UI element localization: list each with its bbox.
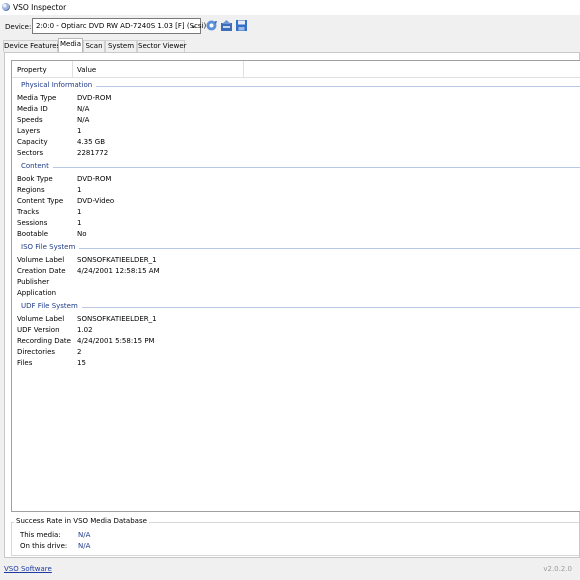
success-rate-title: Success Rate in VSO Media Database	[14, 517, 149, 525]
version-label: v2.0.2.0	[543, 565, 572, 573]
app-disc-icon	[2, 3, 10, 11]
property-row[interactable]: Application	[12, 288, 580, 299]
property-name: Sessions	[17, 219, 48, 227]
property-value: 4.35 GB	[77, 138, 106, 146]
property-row[interactable]: Media ID N/A	[12, 104, 580, 115]
group-header: Physical Information	[12, 81, 580, 90]
property-value: 15	[77, 359, 86, 367]
this-media-value: N/A	[78, 531, 91, 539]
property-row[interactable]: Layers 1	[12, 126, 580, 137]
property-row[interactable]: Bootable No	[12, 229, 580, 240]
property-name: Files	[17, 359, 33, 367]
property-name: Volume Label	[17, 256, 65, 264]
property-row[interactable]: Book Type DVD-ROM	[12, 174, 580, 185]
property-row[interactable]: Publisher	[12, 277, 580, 288]
property-name: Speeds	[17, 116, 43, 124]
tab-media[interactable]: Media	[58, 38, 83, 52]
success-rate-group: Success Rate in VSO Media Database This …	[11, 517, 580, 557]
property-row[interactable]: Tracks 1	[12, 207, 580, 218]
property-value: DVD-Video	[77, 197, 115, 205]
property-value: N/A	[77, 116, 90, 124]
device-label: Device:	[5, 23, 32, 31]
property-value: 1	[77, 208, 82, 216]
property-name: Recording Date	[17, 337, 71, 345]
property-name: Content Type	[17, 197, 64, 205]
property-row[interactable]: Volume Label SONSOFKATIEELDER_1	[12, 314, 580, 325]
property-name: Regions	[17, 186, 45, 194]
property-name: Creation Date	[17, 267, 66, 275]
property-row[interactable]: Content Type DVD-Video	[12, 196, 580, 207]
tab-scan[interactable]: Scan	[83, 40, 105, 52]
property-name: Directories	[17, 348, 56, 356]
device-row: Device: 2:0:0 - Optiarc DVD RW AD-7240S …	[0, 16, 580, 38]
property-value: 4/24/2001 12:58:15 AM	[77, 267, 160, 275]
property-name: Sectors	[17, 149, 44, 157]
this-media-label: This media:	[20, 531, 61, 539]
device-select[interactable]: 2:0:0 - Optiarc DVD RW AD-7240S 1.03 [F]…	[32, 18, 206, 34]
group-title: Physical Information	[21, 81, 95, 89]
property-value: 1	[77, 186, 82, 194]
this-drive-value: N/A	[78, 542, 91, 550]
property-name: Publisher	[17, 278, 50, 286]
property-name: Volume Label	[17, 315, 65, 323]
column-header-property[interactable]: Property	[17, 66, 47, 74]
property-value: 1.02	[77, 326, 93, 334]
property-row[interactable]: Speeds N/A	[12, 115, 580, 126]
property-value: 1	[77, 219, 82, 227]
property-name: Book Type	[17, 175, 53, 183]
status-footer: VSO Software v2.0.2.0	[0, 560, 580, 580]
list-header: Property Value	[12, 61, 580, 78]
property-row[interactable]: Directories 2	[12, 347, 580, 358]
property-value: 2281772	[77, 149, 109, 157]
property-row[interactable]: Sectors 2281772	[12, 148, 580, 159]
property-name: UDF Version	[17, 326, 60, 334]
vso-software-link[interactable]: VSO Software	[4, 565, 52, 573]
tab-sector-viewer[interactable]: Sector Viewer	[137, 40, 187, 52]
property-name: Media ID	[17, 105, 48, 113]
group-title: UDF File System	[21, 302, 80, 310]
property-name: Media Type	[17, 94, 57, 102]
tab-system[interactable]: System	[105, 40, 137, 52]
group-header: UDF File System	[12, 302, 580, 311]
property-name: Application	[17, 289, 57, 297]
property-row[interactable]: Files 15	[12, 358, 580, 369]
title-bar: VSO Inspector	[0, 0, 580, 15]
property-name: Tracks	[17, 208, 39, 216]
group-title: Content	[21, 162, 51, 170]
property-row[interactable]: Sessions 1	[12, 218, 580, 229]
property-row[interactable]: Recording Date 4/24/2001 5:58:15 PM	[12, 336, 580, 347]
window-title: VSO Inspector	[13, 3, 67, 12]
property-value: N/A	[77, 105, 90, 113]
eject-icon[interactable]	[220, 19, 233, 32]
tab-device-features[interactable]: Device Features	[3, 40, 60, 52]
device-select-value: 2:0:0 - Optiarc DVD RW AD-7240S 1.03 [F]…	[36, 22, 207, 30]
group-header: Content	[12, 162, 580, 171]
property-value: No	[77, 230, 87, 238]
property-row[interactable]: Media Type DVD-ROM	[12, 93, 580, 104]
property-row[interactable]: UDF Version 1.02	[12, 325, 580, 336]
chevron-down-icon: ⌄	[190, 21, 197, 30]
property-name: Layers	[17, 127, 41, 135]
property-name: Capacity	[17, 138, 48, 146]
media-panel: Property Value Physical Information Media…	[4, 52, 580, 558]
media-property-list[interactable]: Property Value Physical Information Media…	[11, 60, 580, 512]
property-value: DVD-ROM	[77, 175, 112, 183]
property-row[interactable]: Regions 1	[12, 185, 580, 196]
property-value: 2	[77, 348, 82, 356]
property-value: 1	[77, 127, 82, 135]
property-value: 4/24/2001 5:58:15 PM	[77, 337, 155, 345]
property-value: SONSOFKATIEELDER_1	[77, 315, 157, 323]
save-icon[interactable]	[235, 19, 248, 32]
property-value: SONSOFKATIEELDER_1	[77, 256, 157, 264]
this-drive-label: On this drive:	[20, 542, 68, 550]
property-value: DVD-ROM	[77, 94, 112, 102]
property-row[interactable]: Volume Label SONSOFKATIEELDER_1	[12, 255, 580, 266]
group-title: ISO File System	[21, 243, 78, 251]
property-row[interactable]: Creation Date 4/24/2001 12:58:15 AM	[12, 266, 580, 277]
property-name: Bootable	[17, 230, 49, 238]
column-header-value[interactable]: Value	[77, 66, 96, 74]
refresh-icon[interactable]	[205, 19, 218, 32]
group-header: ISO File System	[12, 243, 580, 252]
property-row[interactable]: Capacity 4.35 GB	[12, 137, 580, 148]
